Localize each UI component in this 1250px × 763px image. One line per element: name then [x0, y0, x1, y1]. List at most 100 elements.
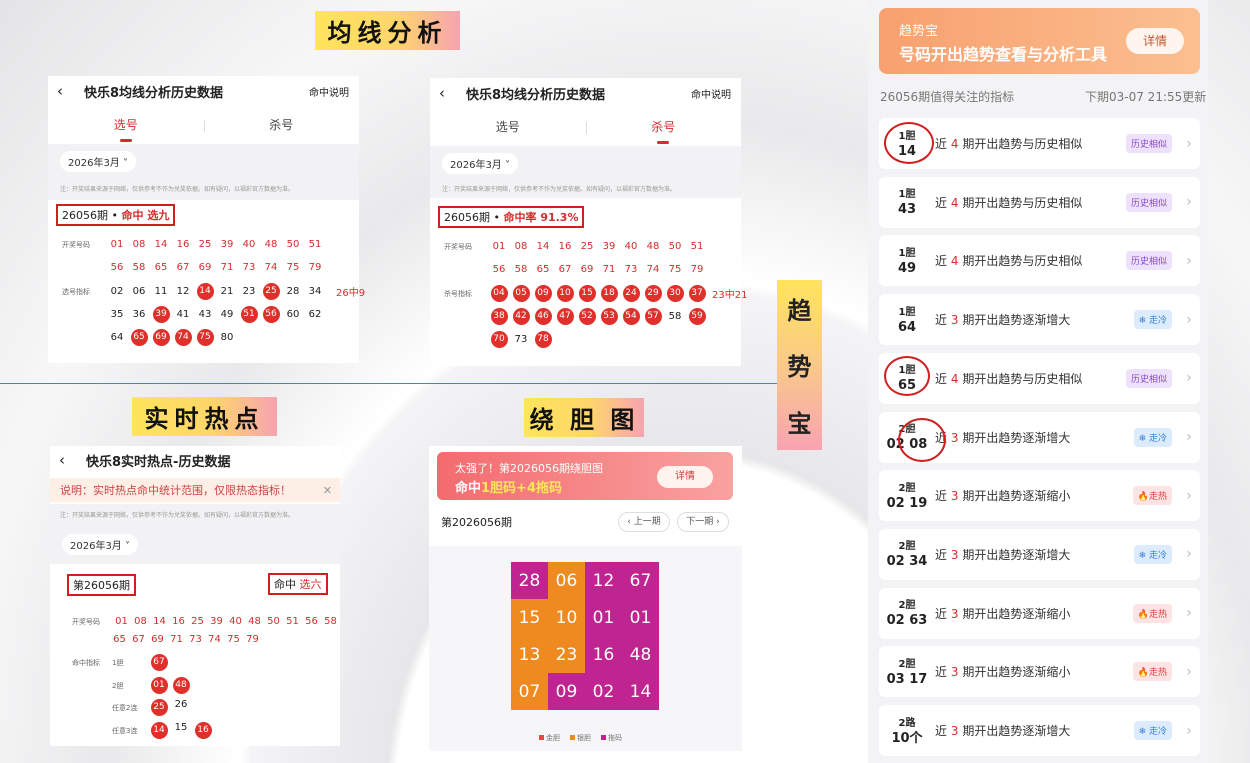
number: 11 [154, 286, 168, 297]
number: 28 [286, 286, 300, 297]
number: 06 [132, 286, 146, 297]
hot-ind-row1: 命中指标 1胆 67 [72, 654, 170, 671]
trend-n: 3 [950, 665, 959, 680]
grid-cell: 06 [548, 562, 585, 599]
ma2-filter-bar: 2026年3月 ˅ 注：开奖结果来源于网络，仅供参考不作为兑奖依据。如有疑问，以… [430, 146, 741, 198]
chevron-right-icon[interactable]: › [1178, 370, 1200, 386]
number-slot: 18 [598, 285, 620, 302]
number: 39 [602, 241, 616, 252]
hot-header: ‹ 快乐8实时热点-历史数据 [50, 446, 340, 474]
number: 75 [286, 262, 300, 273]
hot-r3: 25 26 [148, 699, 192, 716]
number-slot: 25 [148, 699, 170, 716]
number-slot: 70 [488, 331, 510, 348]
trend-n: 4 [950, 371, 959, 386]
trend-dan-num: 43 [897, 202, 917, 218]
hot-r1: 67 [148, 654, 170, 671]
trend-dan-num: 03 17 [886, 671, 928, 687]
number-slot: 29 [642, 285, 664, 302]
number-slot: 69 [150, 329, 172, 346]
tab-kill[interactable]: 杀号 [586, 118, 742, 146]
chevron-right-icon[interactable]: › [1178, 312, 1200, 328]
number: 69 [151, 634, 164, 645]
number-slot: 21 [216, 286, 238, 297]
hit-ball: 18 [600, 285, 618, 302]
tab-select[interactable]: 选号 [48, 116, 204, 144]
rao-grid: 28 06 12 67 15 10 01 01 13 23 16 48 07 09 02 14 [511, 562, 659, 710]
number: 56 [305, 616, 318, 627]
trend-banner: 趋势宝 号码开出趋势查看与分析工具 详情 [879, 8, 1200, 74]
tab-kill[interactable]: 杀号 [204, 116, 360, 144]
trend-desc: 近 3 期开出趋势逐渐缩小 [935, 605, 1133, 622]
number: 41 [176, 309, 190, 320]
month-selector[interactable]: 2026年3月 ˅ [442, 153, 518, 174]
hit-ball: 53 [600, 308, 618, 325]
number-slot: 65 [128, 329, 150, 346]
back-icon[interactable]: ‹ [48, 82, 72, 100]
trend-dan-type: 1胆 [898, 189, 916, 201]
hit-ball: 25 [150, 699, 168, 716]
chevron-right-icon[interactable]: › [1178, 546, 1200, 562]
grid-cell: 02 [585, 673, 622, 710]
number: 23 [242, 286, 256, 297]
trend-dan-num: 02 19 [886, 495, 928, 511]
number-slot: 04 [488, 285, 510, 302]
chevron-right-icon[interactable]: › [1178, 253, 1200, 269]
number: 65 [536, 264, 550, 275]
next-period-button[interactable]: 下一期 › [677, 512, 729, 532]
trend-item[interactable]: 1胆 49 近 4 期开出趋势与历史相似 历史相似 › [879, 235, 1200, 287]
trend-item[interactable]: 2胆 02 63 近 3 期开出趋势逐渐缩小 🔥走热 › [879, 587, 1200, 639]
number: 08 [514, 241, 528, 252]
trend-post: 期开出趋势逐渐缩小 [962, 665, 1071, 680]
number-slot: 54 [620, 308, 642, 325]
number: 60 [286, 309, 300, 320]
chevron-right-icon[interactable]: › [1178, 723, 1200, 739]
rao-period: 第2026056期 [441, 516, 512, 529]
number: 75 [668, 264, 682, 275]
back-icon[interactable]: ‹ [430, 84, 454, 102]
number-slot: 35 [106, 309, 128, 320]
back-icon[interactable]: ‹ [50, 451, 74, 469]
trend-item[interactable]: 2胆 02 19 近 3 期开出趋势逐渐缩小 🔥走热 › [879, 470, 1200, 522]
trend-pre: 近 [935, 547, 948, 562]
hot-r2-label: 2胆 [112, 681, 124, 690]
chevron-right-icon[interactable]: › [1178, 488, 1200, 504]
chevron-right-icon[interactable]: › [1178, 194, 1200, 210]
hit-ball: 57 [644, 308, 662, 325]
ma2-note: 注：开奖结果来源于网络，仅供参考不作为兑奖依据。如有疑问，以福彩官方数据为准。 [442, 186, 677, 193]
trend-detail-button[interactable]: 详情 [1126, 28, 1184, 54]
trend-item[interactable]: 2胆 03 17 近 3 期开出趋势逐渐缩小 🔥走热 › [879, 646, 1200, 698]
number-slot: 41 [172, 309, 194, 320]
trend-item[interactable]: 1胆 64 近 3 期开出趋势逐渐增大 ❄ 走冷 › [879, 294, 1200, 346]
ma1-pick1: 02 06 11 12 14 21 23 25 28 34 [106, 283, 326, 300]
prev-period-button[interactable]: ‹ 上一期 [618, 512, 670, 532]
rao-detail-button[interactable]: 详情 [657, 466, 713, 488]
month-selector[interactable]: 2026年3月 ˅ [60, 151, 136, 172]
hit-ball: 38 [490, 308, 508, 325]
chevron-right-icon[interactable]: › [1178, 136, 1200, 152]
ma2-help-link[interactable]: 命中说明 [691, 86, 731, 101]
chevron-right-icon[interactable]: › [1178, 605, 1200, 621]
ma1-draw1: 01 08 14 16 25 39 40 48 50 51 [106, 239, 326, 250]
chevron-right-icon[interactable]: › [1178, 429, 1200, 445]
month-selector[interactable]: 2026年3月 ˅ [62, 534, 138, 555]
number: 48 [248, 616, 261, 627]
trend-item[interactable]: 2胆 02 34 近 3 期开出趋势逐渐增大 ❄ 走冷 › [879, 528, 1200, 580]
number: 56 [492, 264, 506, 275]
trend-tag: 🔥走热 [1132, 662, 1172, 682]
label-trend-1: 趋 [787, 296, 812, 325]
tab-select[interactable]: 选号 [430, 118, 586, 146]
ma2-kill-row3: 70 73 78 [488, 331, 554, 348]
chevron-right-icon[interactable]: › [1178, 664, 1200, 680]
number: 51 [286, 616, 299, 627]
trend-item[interactable]: 2路 10个近 3 期开出趋势逐渐增大 ❄ 走冷 › [879, 705, 1200, 756]
close-icon[interactable]: ✕ [323, 484, 332, 497]
grid-cell: 28 [511, 562, 548, 599]
number-slot: 30 [664, 285, 686, 302]
ma2-period-num: 26056期 • [444, 211, 504, 224]
grid-cell: 67 [622, 562, 659, 599]
tab-separator [585, 122, 587, 134]
trend-item[interactable]: 1胆 43 近 4 期开出趋势与历史相似 历史相似 › [879, 176, 1200, 228]
ma1-help-link[interactable]: 命中说明 [309, 84, 349, 99]
number: 73 [242, 262, 256, 273]
